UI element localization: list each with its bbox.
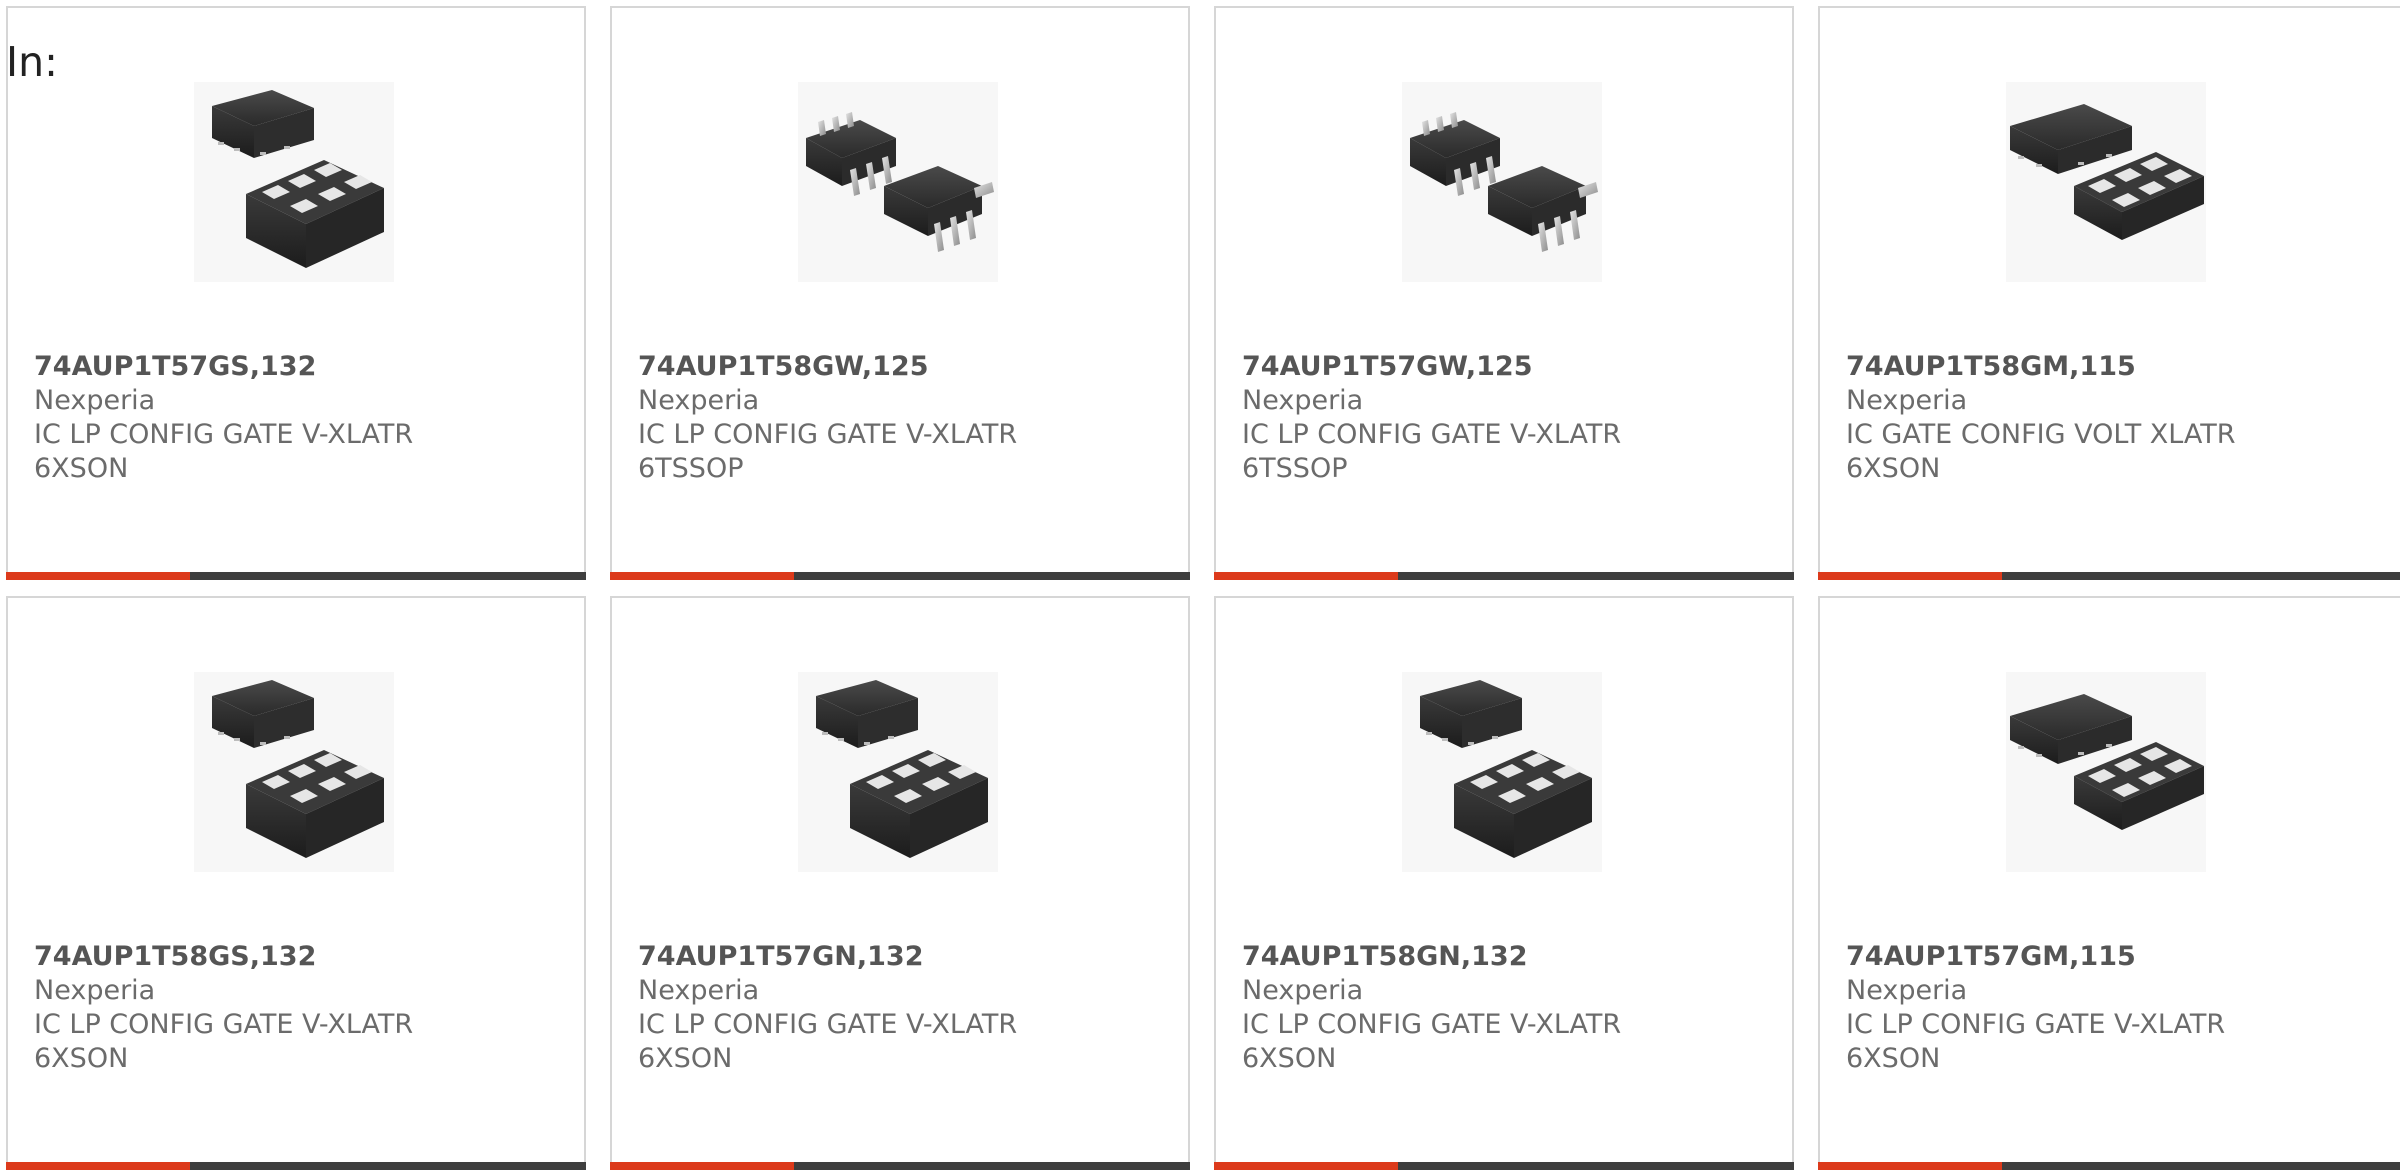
card-footer-bar <box>1214 1162 1794 1170</box>
package-type: 6XSON <box>34 453 129 484</box>
part-number-link[interactable]: 74AUP1T58GM,115 <box>1846 350 2390 384</box>
description: IC LP CONFIG GATE V-XLATR <box>638 1009 1018 1040</box>
card-accent <box>1214 572 1398 580</box>
in-label: In: <box>6 38 58 86</box>
package-type: 6XSON <box>1846 453 1941 484</box>
card-accent <box>1818 1162 2002 1170</box>
description: IC LP CONFIG GATE V-XLATR <box>638 419 1018 450</box>
card-footer-bar <box>6 572 586 580</box>
card-accent <box>1818 572 2002 580</box>
product-card[interactable]: 74AUP1T57GM,115 Nexperia IC LP CONFIG GA… <box>1818 596 2400 1170</box>
card-footer-bar <box>610 1162 1190 1170</box>
part-number-link[interactable]: 74AUP1T58GS,132 <box>34 940 574 974</box>
product-card[interactable]: 74AUP1T58GW,125 Nexperia IC LP CONFIG GA… <box>610 6 1190 580</box>
card-footer-bar <box>1818 572 2400 580</box>
product-card[interactable]: 74AUP1T57GS,132 Nexperia IC LP CONFIG GA… <box>6 6 586 580</box>
xson-flat-package-icon[interactable] <box>2006 82 2206 282</box>
package-type: 6XSON <box>638 1043 733 1074</box>
package-type: 6XSON <box>1846 1043 1941 1074</box>
xson-flat-package-icon[interactable] <box>2006 672 2206 872</box>
product-card[interactable]: 74AUP1T57GN,132 Nexperia IC LP CONFIG GA… <box>610 596 1190 1170</box>
card-accent <box>6 1162 190 1170</box>
card-footer-bar <box>6 1162 586 1170</box>
manufacturer: Nexperia <box>638 385 760 416</box>
manufacturer: Nexperia <box>638 975 760 1006</box>
tssop-package-icon[interactable] <box>798 82 998 282</box>
card-accent <box>610 1162 794 1170</box>
product-card[interactable]: 74AUP1T58GN,132 Nexperia IC LP CONFIG GA… <box>1214 596 1794 1170</box>
package-type: 6XSON <box>1242 1043 1337 1074</box>
manufacturer: Nexperia <box>1846 975 1968 1006</box>
part-number-link[interactable]: 74AUP1T58GW,125 <box>638 350 1178 384</box>
card-footer-bar <box>1214 572 1794 580</box>
manufacturer: Nexperia <box>1242 975 1364 1006</box>
part-number-link[interactable]: 74AUP1T57GS,132 <box>34 350 574 384</box>
manufacturer: Nexperia <box>34 975 156 1006</box>
part-number-link[interactable]: 74AUP1T58GN,132 <box>1242 940 1782 974</box>
xson-package-icon[interactable] <box>798 672 998 872</box>
description: IC LP CONFIG GATE V-XLATR <box>34 1009 414 1040</box>
part-number-link[interactable]: 74AUP1T57GN,132 <box>638 940 1178 974</box>
card-accent <box>6 572 190 580</box>
product-card[interactable]: 74AUP1T58GM,115 Nexperia IC GATE CONFIG … <box>1818 6 2400 580</box>
manufacturer: Nexperia <box>1846 385 1968 416</box>
manufacturer: Nexperia <box>34 385 156 416</box>
tssop-package-icon[interactable] <box>1402 82 1602 282</box>
description: IC LP CONFIG GATE V-XLATR <box>1242 419 1622 450</box>
package-type: 6TSSOP <box>1242 453 1348 484</box>
xson-package-icon[interactable] <box>194 82 394 282</box>
description: IC LP CONFIG GATE V-XLATR <box>1242 1009 1622 1040</box>
package-type: 6XSON <box>34 1043 129 1074</box>
product-card[interactable]: 74AUP1T57GW,125 Nexperia IC LP CONFIG GA… <box>1214 6 1794 580</box>
description: IC GATE CONFIG VOLT XLATR <box>1846 419 2236 450</box>
card-accent <box>610 572 794 580</box>
part-number-link[interactable]: 74AUP1T57GW,125 <box>1242 350 1782 384</box>
xson-package-icon[interactable] <box>194 672 394 872</box>
card-footer-bar <box>610 572 1190 580</box>
description: IC LP CONFIG GATE V-XLATR <box>1846 1009 2226 1040</box>
xson-package-icon[interactable] <box>1402 672 1602 872</box>
description: IC LP CONFIG GATE V-XLATR <box>34 419 414 450</box>
product-card[interactable]: 74AUP1T58GS,132 Nexperia IC LP CONFIG GA… <box>6 596 586 1170</box>
card-footer-bar <box>1818 1162 2400 1170</box>
package-type: 6TSSOP <box>638 453 744 484</box>
manufacturer: Nexperia <box>1242 385 1364 416</box>
card-accent <box>1214 1162 1398 1170</box>
part-number-link[interactable]: 74AUP1T57GM,115 <box>1846 940 2390 974</box>
